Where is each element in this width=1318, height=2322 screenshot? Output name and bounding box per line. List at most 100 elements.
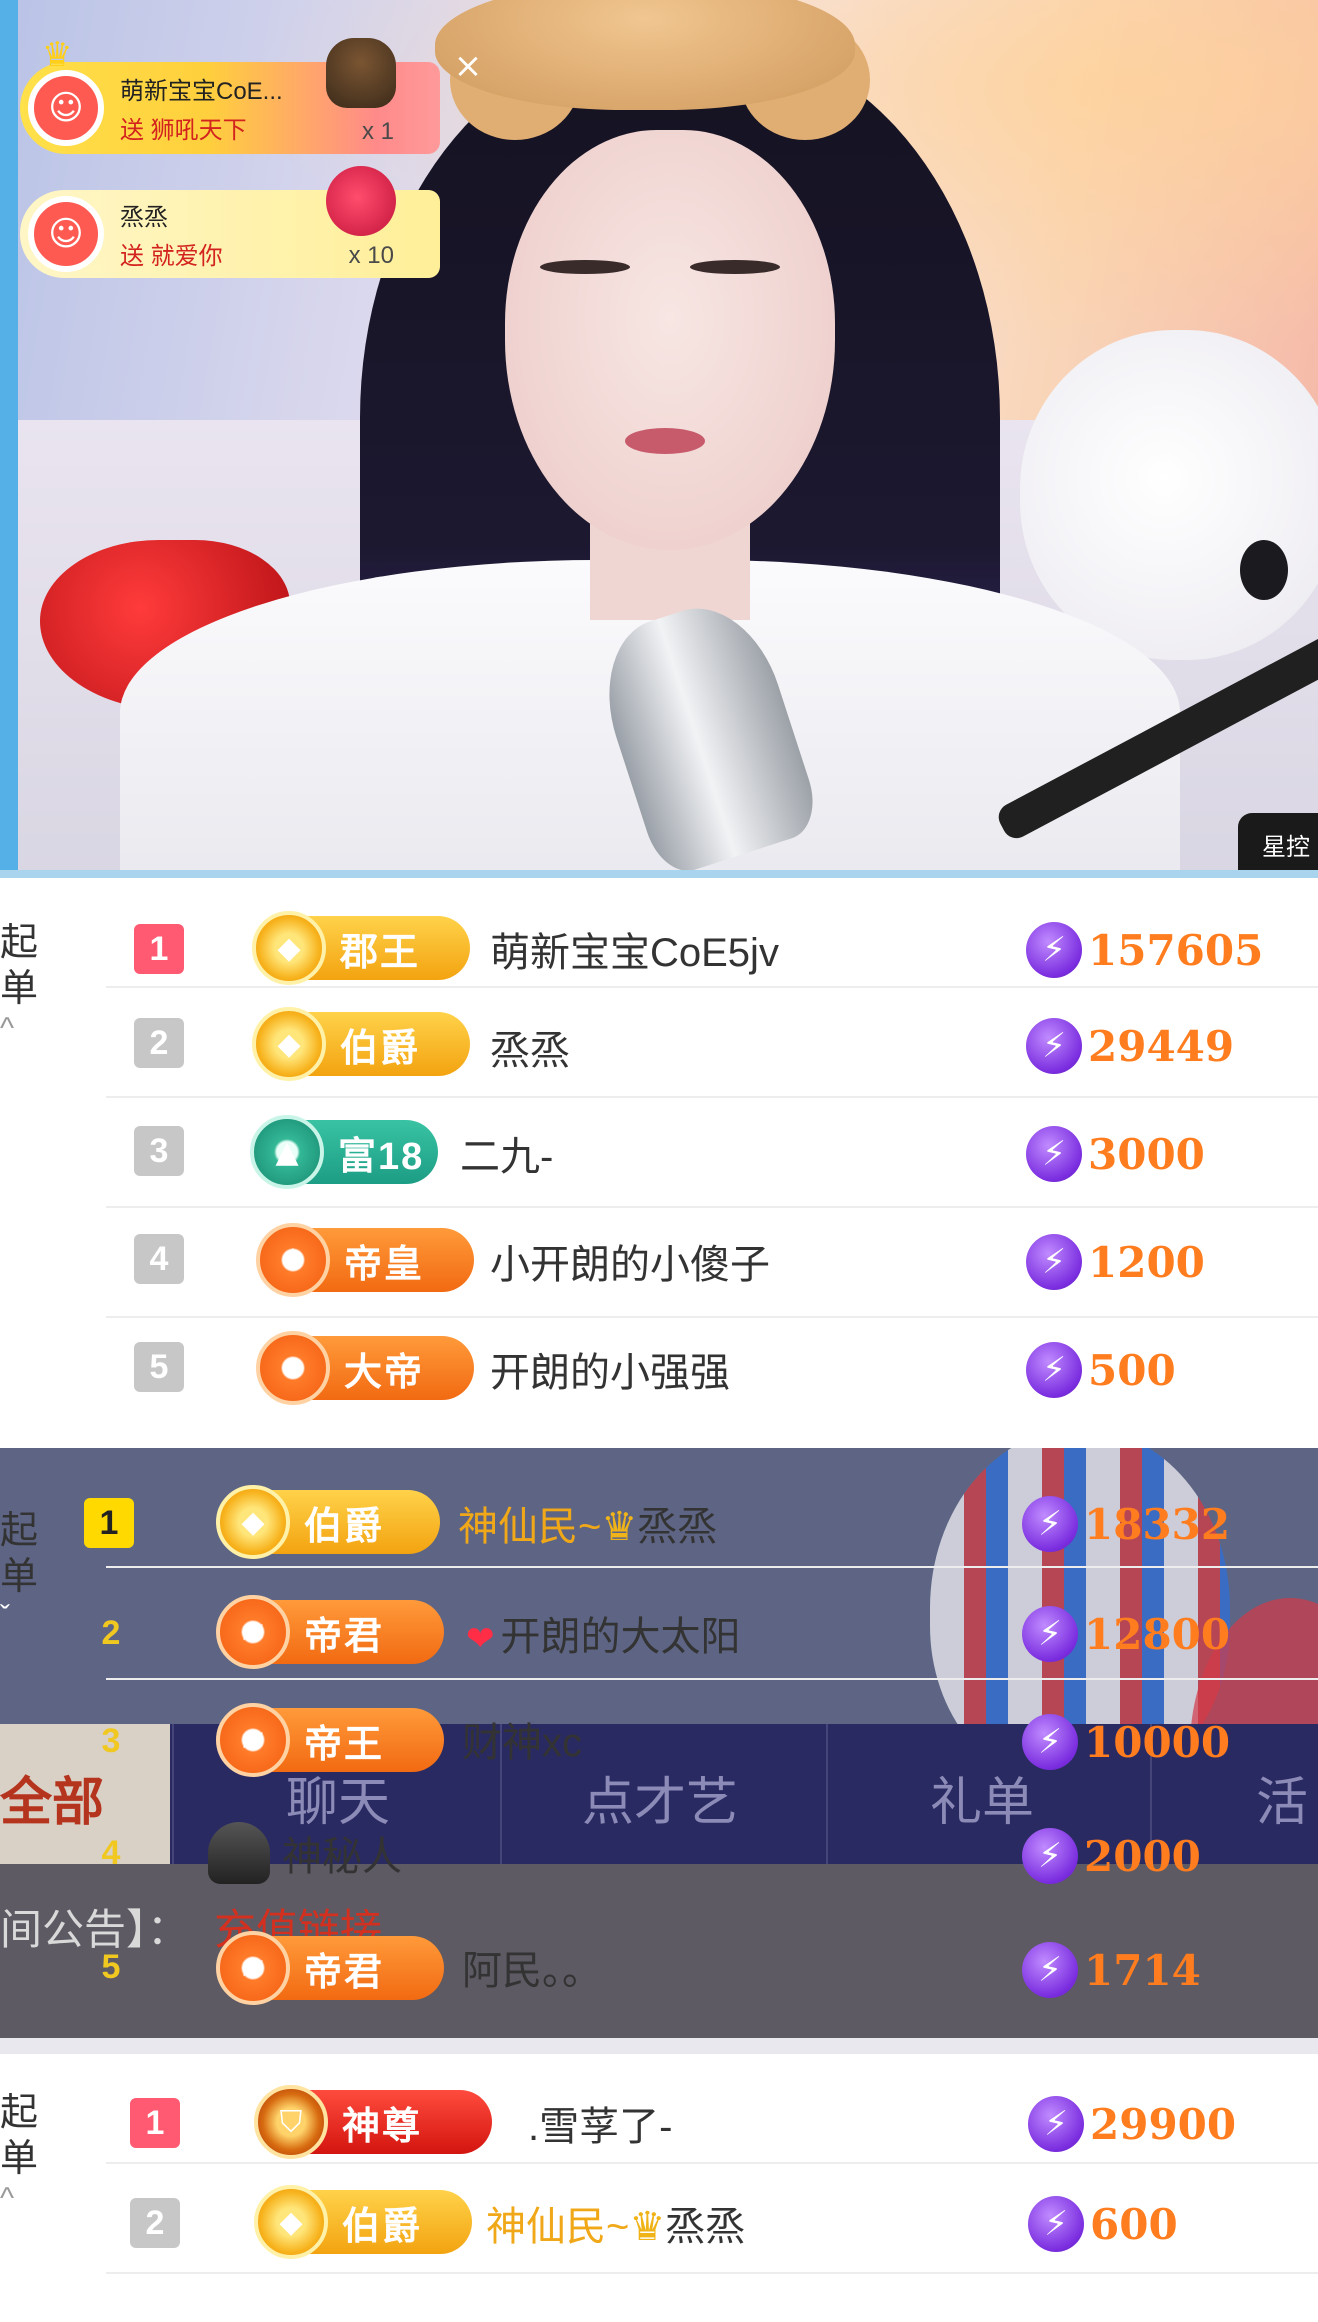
lightning-icon: ⚡	[1026, 1126, 1082, 1182]
user-name: 神仙民~♛烝烝	[458, 1505, 718, 1549]
table-row[interactable]: 4 ♦ 帝皇 小开朗的小傻子 ⚡ 1200	[0, 1208, 1318, 1318]
gem-icon: ♦	[256, 1223, 330, 1297]
score: ⚡ 2000	[1022, 1828, 1201, 1884]
mystery-avatar-icon	[208, 1822, 270, 1884]
user-name: 二九-	[460, 1135, 554, 1179]
lightning-icon: ⚡	[1022, 1828, 1078, 1884]
level-badge: ≋ 帝王	[216, 1703, 444, 1777]
table-row[interactable]: 1 ◆ 郡王 萌新宝宝CoE5jv ⚡ 157605	[0, 878, 1318, 988]
plush-toy	[1020, 330, 1318, 660]
gift-sender: 萌新宝宝CoE...	[120, 78, 283, 105]
user-name: 烝烝	[490, 1029, 570, 1073]
divider	[0, 870, 1318, 878]
streamer-eye-right	[690, 260, 780, 274]
ranking-panel-2-rows: 起单 ˇ 1 ◆ 伯爵 神仙民~♛烝烝 ⚡ 18332 2 ≋ 帝君 ❤ 开朗的大太阳 …	[0, 1448, 1318, 2038]
bear-headband	[435, 0, 855, 110]
rank-number: 5	[134, 1342, 184, 1392]
rank-number: 3	[101, 1722, 121, 1760]
avatar: ☺	[28, 70, 104, 146]
user-name: 神秘人	[282, 1835, 402, 1879]
live-video[interactable]: × 星控 ♛ ☺ 萌新宝宝CoE... 送 狮吼天下 x 1 ☺ 烝烝 送 就爱…	[0, 0, 1318, 870]
score: ⚡ 500	[1026, 1342, 1176, 1398]
table-row[interactable]: 5 ▾ 大帝 开朗的小强强 ⚡ 500	[0, 1318, 1318, 1428]
streamer-face	[505, 130, 835, 550]
table-row[interactable]: 3 ≋ 帝王 财神xc ⚡ 10000	[0, 1682, 1318, 1792]
crown-icon: ♛	[629, 2205, 666, 2249]
rank-number: 4	[101, 1834, 121, 1872]
table-row[interactable]: 1 ◆ 伯爵 神仙民~♛烝烝 ⚡ 18332	[0, 1458, 1318, 1568]
lightning-icon: ⚡	[1022, 1496, 1078, 1552]
chevron-down-icon: ≋	[216, 1703, 290, 1777]
triangle-icon: ▲	[250, 1115, 324, 1189]
level-badge: ◆ 伯爵	[252, 1007, 470, 1081]
lightning-icon: ⚡	[1022, 1714, 1078, 1770]
lightning-icon: ⚡	[1028, 2196, 1084, 2252]
rank-number: 3	[134, 1126, 184, 1176]
table-row[interactable]: 1 ⛉ 神尊 .雪莩了- ⚡ 29900	[0, 2054, 1318, 2164]
score: ⚡ 12800	[1022, 1606, 1230, 1662]
table-row[interactable]: 4 神秘人 ⚡ 2000	[0, 1794, 1318, 1904]
score: ⚡ 3000	[1026, 1126, 1205, 1182]
score: ⚡ 1200	[1026, 1234, 1205, 1290]
divider	[0, 2038, 1318, 2054]
user-name: ❤ 开朗的大太阳	[466, 1615, 741, 1659]
crown-icon: ♛	[601, 1505, 638, 1549]
lightning-icon: ⚡	[1026, 922, 1082, 978]
chevron-down-icon: ≋	[216, 1931, 290, 2005]
rank-number: 4	[134, 1234, 184, 1284]
lightning-icon: ⚡	[1022, 1606, 1078, 1662]
level-badge: ▾ 大帝	[256, 1331, 474, 1405]
chevron-down-icon: ≋	[216, 1595, 290, 1669]
level-badge: ◆ 郡王	[252, 911, 470, 985]
user-name: 萌新宝宝CoE5jv	[490, 931, 779, 975]
score: ⚡ 600	[1028, 2196, 1178, 2252]
streamer-eye-left	[540, 260, 630, 274]
table-row[interactable]: 3 ▲ 富18 二九- ⚡ 3000	[0, 1098, 1318, 1208]
level-badge: ≋ 帝君	[216, 1931, 444, 2005]
rank-number: 2	[134, 1018, 184, 1068]
rank-number: 2	[101, 1614, 121, 1652]
chevron-down-icon: ▾	[256, 1331, 330, 1405]
user-name: 开朗的小强强	[490, 1351, 730, 1395]
gift-count: x 1	[361, 118, 394, 145]
rank-number: 1	[84, 1498, 134, 1548]
rank-number: 1	[134, 924, 184, 974]
video-frame-edge	[0, 0, 18, 870]
lightning-icon: ⚡	[1026, 1018, 1082, 1074]
level-badge: ♦ 帝皇	[256, 1223, 474, 1297]
diamond-icon: ◆	[216, 1485, 290, 1559]
rank-number: 1	[130, 2098, 180, 2148]
gift-sender: 烝烝	[120, 204, 168, 231]
score: ⚡ 18332	[1022, 1496, 1230, 1552]
rank-number: 5	[101, 1948, 121, 1986]
table-row[interactable]: 2 ≋ 帝君 ❤ 开朗的大太阳 ⚡ 12800	[0, 1570, 1318, 1680]
shield-icon: ⛉	[254, 2085, 328, 2159]
score: ⚡ 10000	[1022, 1714, 1230, 1770]
close-icon[interactable]: ×	[450, 48, 486, 84]
diamond-icon: ◆	[252, 911, 326, 985]
ranking-panel-1: 起单 ^ 1 ◆ 郡王 萌新宝宝CoE5jv ⚡ 157605 2 ◆ 伯爵 烝烝 ⚡…	[0, 878, 1318, 1444]
table-row[interactable]: 5 ≋ 帝君 阿民。。 ⚡ 1714	[0, 1906, 1318, 2016]
diamond-icon: ◆	[252, 1007, 326, 1081]
lightning-icon: ⚡	[1022, 1942, 1078, 1998]
gift-action: 送 就爱你	[120, 243, 223, 270]
lion-gift-icon	[326, 38, 396, 108]
lightning-icon: ⚡	[1026, 1234, 1082, 1290]
avatar: ☺	[28, 196, 104, 272]
crown-icon: ♛	[42, 35, 73, 75]
user-name: 神仙民~♛烝烝	[486, 2205, 746, 2249]
heart-icon: ❤	[466, 1620, 495, 1658]
level-badge: ◆ 伯爵	[254, 2185, 472, 2259]
gift-action: 送 狮吼天下	[120, 117, 247, 144]
user-name: 小开朗的小傻子	[490, 1243, 770, 1287]
score: ⚡ 29449	[1026, 1018, 1234, 1074]
plush-eye	[1240, 540, 1288, 600]
table-row[interactable]: 2 ◆ 伯爵 烝烝 ⚡ 29449	[0, 988, 1318, 1098]
gift-count: x 10	[348, 242, 394, 269]
table-row[interactable]: 2 ◆ 伯爵 神仙民~♛烝烝 ⚡ 600	[0, 2164, 1318, 2274]
score: ⚡ 157605	[1026, 922, 1263, 978]
user-name: 阿民。。	[462, 1949, 602, 1993]
user-name: 财神xc	[462, 1721, 582, 1765]
user-name: .雪莩了-	[528, 2105, 673, 2149]
lightning-icon: ⚡	[1028, 2096, 1084, 2152]
